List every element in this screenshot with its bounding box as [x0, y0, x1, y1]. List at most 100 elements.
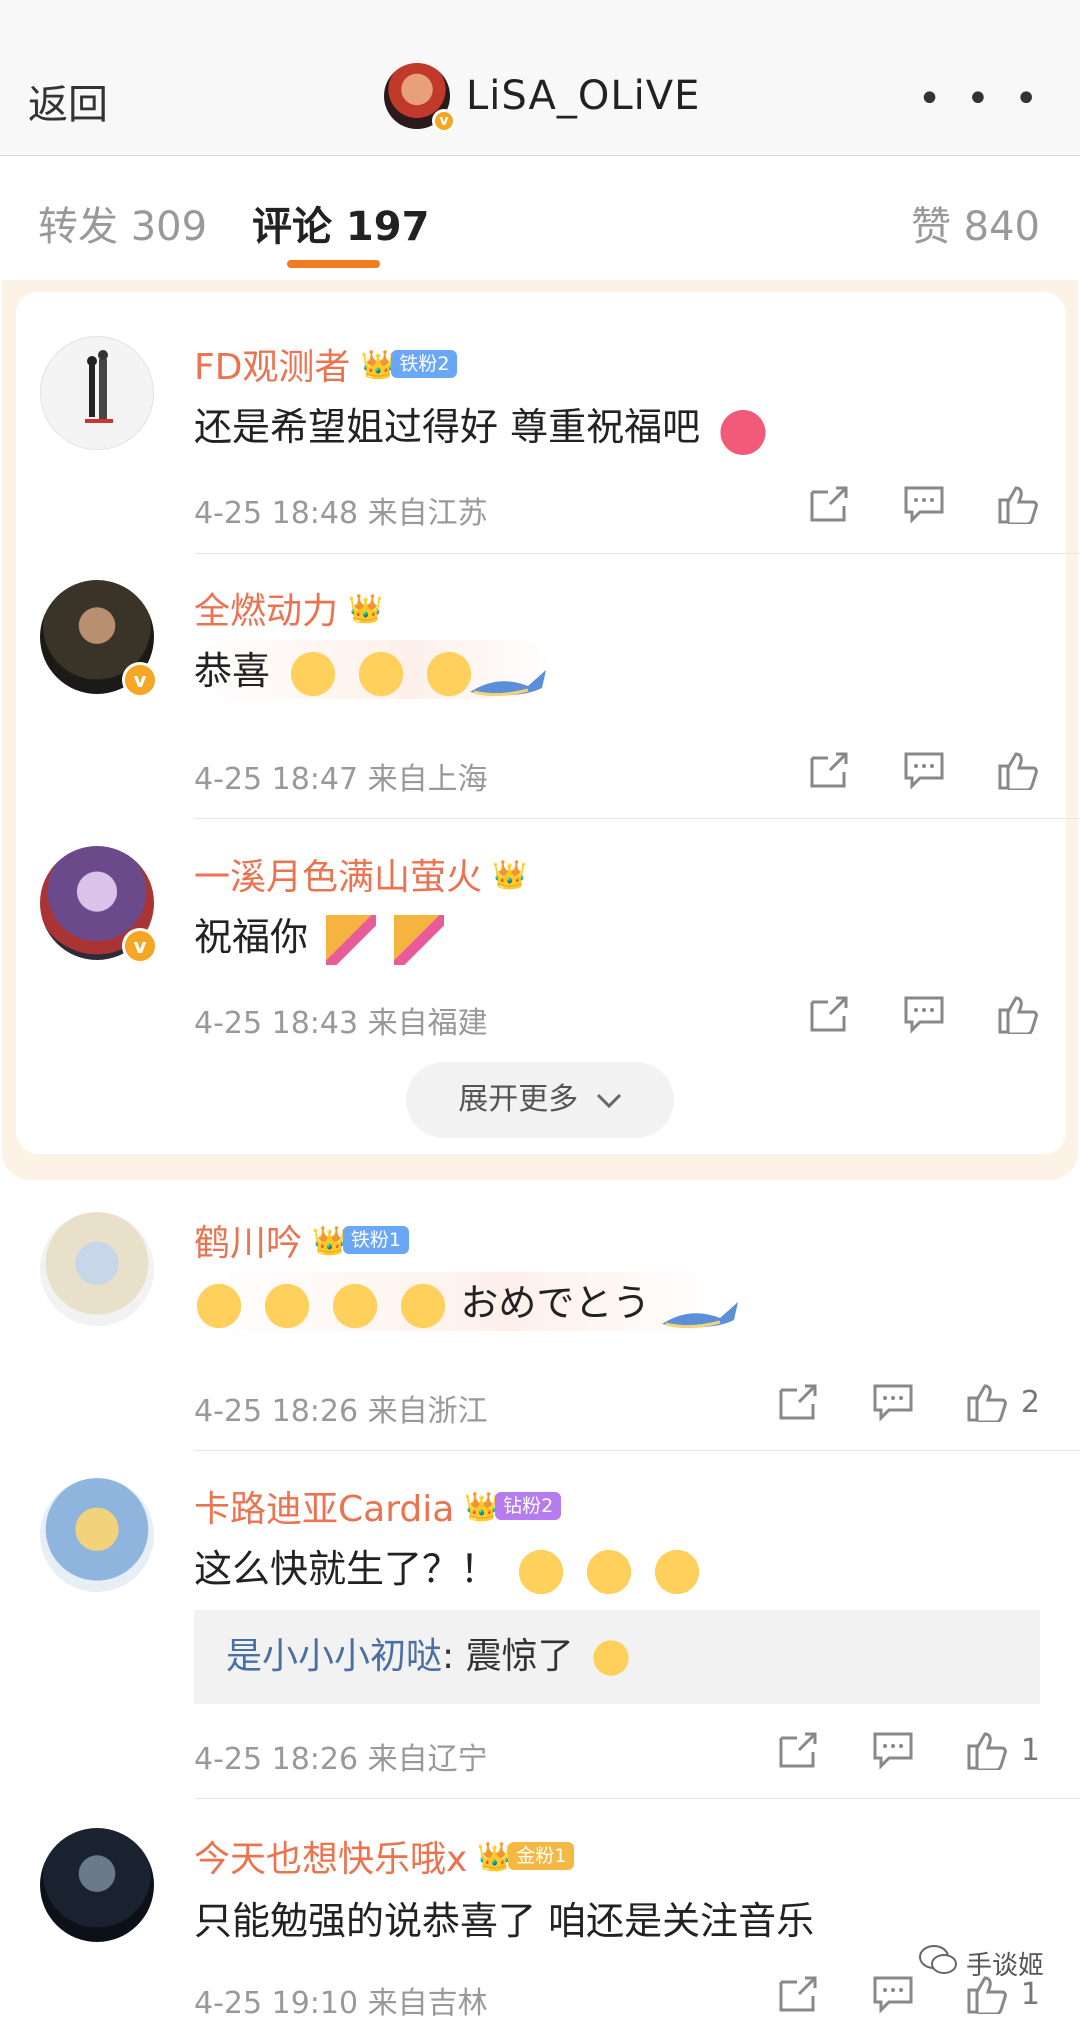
commenter-name-text[interactable]: 卡路迪亚Cardia — [194, 1480, 454, 1532]
divider — [194, 553, 1080, 554]
shocked-emoji-icon — [584, 1546, 635, 1597]
comment-actions: 1 — [727, 1730, 1040, 1772]
top-bar: 返回 v LiSA_OLiVE • • • — [0, 0, 1080, 156]
commenter-name[interactable]: FD观测者 👑 铁粉2 — [194, 338, 458, 390]
commenter-name-text[interactable]: 全燃动力 — [194, 582, 338, 634]
verified-icon: v — [432, 109, 456, 133]
crying-emoji-icon — [591, 1638, 632, 1678]
profile-title[interactable]: v LiSA_OLiVE — [384, 62, 700, 133]
expand-more-button[interactable]: 展开更多 — [406, 1062, 674, 1138]
comment-text-content: 这么快就生了？！ — [194, 1547, 499, 1591]
commenter-name-text[interactable]: 一溪月色满山萤火 — [194, 848, 482, 900]
profile-avatar[interactable]: v — [384, 63, 456, 133]
comment-text-content: 恭喜 — [194, 649, 271, 693]
comment-meta: 4-25 18:26 来自浙江 — [194, 1386, 488, 1430]
share-icon[interactable] — [808, 750, 852, 790]
commenter-name[interactable]: 鹤川吟 👑 铁粉1 — [194, 1214, 409, 1266]
active-tab-indicator — [287, 260, 380, 268]
heart-emoji-icon — [718, 404, 769, 455]
comment-location: 来自江苏 — [367, 496, 488, 531]
watermark: 手谈姬 — [918, 1944, 1044, 1983]
crown-icon: 👑 — [492, 857, 527, 891]
like-icon[interactable] — [965, 1730, 1009, 1772]
comment-text: 还是希望姐过得好 尊重祝福吧 — [194, 396, 769, 455]
comment-icon[interactable] — [871, 1382, 915, 1422]
avatar[interactable]: v — [40, 846, 158, 964]
comment-location: 来自吉林 — [367, 1986, 488, 2021]
more-options-icon[interactable]: • • • — [918, 76, 1044, 122]
comment-icon[interactable] — [871, 1730, 915, 1770]
like-icon[interactable] — [996, 750, 1040, 792]
like-count: 2 — [1020, 1384, 1040, 1420]
verified-icon: v — [122, 928, 158, 964]
avatar[interactable] — [40, 1828, 154, 1942]
back-button[interactable]: 返回 — [28, 72, 108, 130]
comment-icon[interactable] — [902, 994, 946, 1034]
share-icon[interactable] — [808, 994, 852, 1034]
comment-text: 只能勉强的说恭喜了 咱还是关注音乐 — [194, 1890, 814, 1945]
comment-text-content: 只能勉强的说恭喜了 咱还是关注音乐 — [194, 1899, 815, 1943]
commenter-name-text[interactable]: 鹤川吟 — [194, 1214, 302, 1266]
comment-text: 祝福你 — [194, 906, 445, 965]
like-icon[interactable] — [996, 994, 1040, 1036]
tab-likes[interactable]: 赞 840 — [911, 194, 1040, 252]
crown-icon: 👑 — [360, 347, 396, 381]
fan-badge: 金粉1 — [508, 1842, 575, 1870]
love-face-emoji-icon — [356, 648, 407, 699]
divider — [194, 1798, 1080, 1799]
comment-text-content: 祝福你 — [194, 915, 309, 959]
comment-location: 来自浙江 — [367, 1394, 488, 1429]
avatar[interactable] — [40, 1212, 154, 1326]
avatar[interactable] — [40, 336, 154, 450]
commenter-name[interactable]: 一溪月色满山萤火 👑 — [194, 848, 527, 900]
comment-time: 4-25 18:26 — [194, 1742, 359, 1777]
tab-bar: 转发 309 评论 197 赞 840 — [0, 156, 1080, 278]
like-count: 1 — [1020, 1732, 1040, 1768]
comment-location: 来自上海 — [367, 762, 488, 797]
comment-text-content: おめでとう — [460, 1281, 651, 1325]
commenter-name[interactable]: 全燃动力 👑 — [194, 582, 383, 634]
tab-repost[interactable]: 转发 309 — [38, 194, 207, 252]
commenter-name-text[interactable]: 今天也想快乐哦x — [194, 1830, 467, 1882]
comment-icon[interactable] — [902, 484, 946, 524]
comment-time: 4-25 18:48 — [194, 496, 359, 531]
comment-icon[interactable] — [871, 1974, 915, 2014]
like-icon[interactable] — [965, 1382, 1009, 1424]
crying-emoji-icon — [194, 1280, 244, 1331]
comment-meta: 4-25 18:43 来自福建 — [194, 998, 488, 1042]
love-face-emoji-icon — [424, 648, 475, 699]
comment-time: 4-25 18:26 — [194, 1394, 359, 1429]
whale-icon — [470, 670, 546, 697]
comment-time: 4-25 19:10 — [194, 1986, 359, 2021]
verified-icon: v — [122, 662, 158, 698]
reply-text: : 震惊了 — [442, 1636, 574, 1677]
comment-meta: 4-25 18:47 来自上海 — [194, 754, 488, 798]
commenter-name[interactable]: 卡路迪亚Cardia 👑 钻粉2 — [194, 1480, 562, 1532]
comment-location: 来自福建 — [367, 1006, 488, 1041]
commenter-name[interactable]: 今天也想快乐哦x 👑 金粉1 — [194, 1830, 575, 1882]
commenter-name-text[interactable]: FD观测者 — [194, 338, 350, 390]
reply-user[interactable]: 是小小小初哒 — [226, 1636, 442, 1677]
share-icon[interactable] — [777, 1382, 821, 1422]
comment-icon[interactable] — [902, 750, 946, 790]
like-icon[interactable] — [996, 484, 1040, 526]
share-icon[interactable] — [777, 1974, 821, 2014]
tab-comments[interactable]: 评论 197 — [252, 194, 429, 252]
comment-meta: 4-25 18:26 来自辽宁 — [194, 1734, 488, 1778]
comment-text: おめでとう — [194, 1272, 721, 1331]
comment-text: 这么快就生了？！ — [194, 1538, 703, 1597]
expand-more-label: 展开更多 — [458, 1082, 579, 1117]
crown-icon: 👑 — [477, 1839, 513, 1873]
avatar[interactable]: v — [40, 580, 158, 698]
profile-name[interactable]: LiSA_OLiVE — [466, 73, 700, 119]
fan-badge: 铁粉1 — [342, 1226, 409, 1254]
reply-preview[interactable]: 是小小小初哒: 震惊了 — [194, 1610, 1040, 1704]
crying-emoji-icon — [262, 1280, 313, 1331]
wechat-icon — [918, 1944, 958, 1983]
comment-time: 4-25 18:43 — [194, 1006, 359, 1041]
share-icon[interactable] — [777, 1730, 821, 1770]
avatar[interactable] — [40, 1478, 154, 1592]
share-icon[interactable] — [808, 484, 852, 524]
crying-emoji-icon — [330, 1280, 381, 1331]
love-face-emoji-icon — [288, 648, 339, 699]
